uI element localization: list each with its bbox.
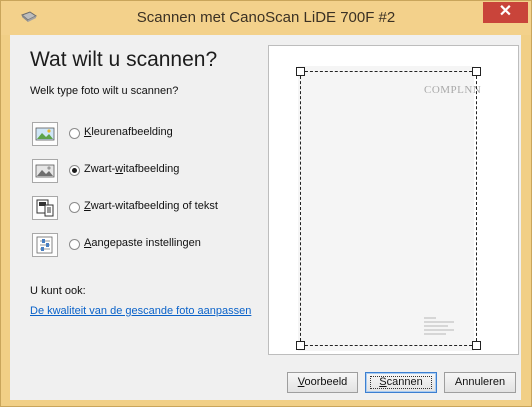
grayscale-picture-icon[interactable]	[32, 159, 58, 183]
window-title: Scannen met CanoScan LiDE 700F #2	[136, 9, 396, 26]
close-button[interactable]: ✕	[483, 2, 528, 23]
preview-pane[interactable]: COMPLNN	[268, 45, 519, 355]
dialog-content: Wat wilt u scannen? Welk type foto wilt …	[10, 35, 521, 400]
title-bar[interactable]: Scannen met CanoScan LiDE 700F #2 ✕	[1, 1, 531, 35]
crop-handle-top-left[interactable]	[296, 67, 305, 76]
custom-settings-icon[interactable]	[32, 233, 58, 257]
focus-rectangle	[370, 376, 432, 389]
option-label-text-picture: Zwart-witafbeelding of tekst	[84, 200, 218, 212]
scan-button[interactable]: Scannen	[365, 372, 437, 393]
radio-custom-settings[interactable]	[69, 239, 80, 250]
text-picture-icon[interactable]	[32, 196, 58, 220]
also-label: U kunt ook:	[30, 285, 86, 297]
preview-button[interactable]: Voorbeeld	[287, 372, 358, 393]
crop-handle-bottom-right[interactable]	[472, 341, 481, 350]
option-label-grayscale-picture: Zwart-witafbeelding	[84, 163, 180, 175]
crop-handle-bottom-left[interactable]	[296, 341, 305, 350]
selection-rectangle[interactable]	[300, 71, 477, 346]
scan-dialog: Scannen met CanoScan LiDE 700F #2 ✕ Wat …	[0, 0, 532, 407]
adjust-quality-link[interactable]: De kwaliteit van de gescande foto aanpas…	[30, 305, 251, 317]
page-title: Wat wilt u scannen?	[30, 48, 218, 71]
radio-text-picture[interactable]	[69, 202, 80, 213]
option-label-custom-settings: Aangepaste instellingen	[84, 237, 201, 249]
option-label-color-picture: Kleurenafbeelding	[84, 126, 173, 138]
radio-color-picture[interactable]	[69, 128, 80, 139]
radio-grayscale-picture[interactable]	[69, 165, 80, 176]
cancel-button[interactable]: Annuleren	[444, 372, 516, 393]
crop-handle-top-right[interactable]	[472, 67, 481, 76]
color-picture-icon[interactable]	[32, 122, 58, 146]
page-subtitle: Welk type foto wilt u scannen?	[30, 85, 179, 97]
